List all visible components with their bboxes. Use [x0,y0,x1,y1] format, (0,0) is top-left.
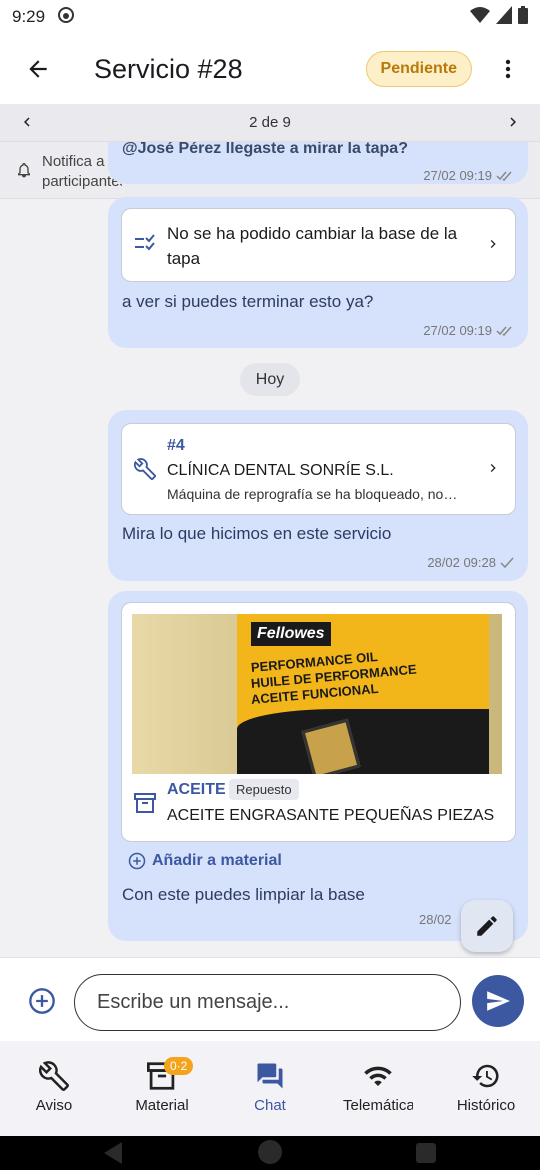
history-icon [472,1064,499,1088]
message-text: a ver si puedes terminar esto ya? [122,292,374,311]
add-circle-icon [29,988,55,1014]
page-title: Servicio #28 [94,53,243,84]
chevron-left-icon [24,117,30,127]
chat-icon [257,1063,283,1089]
product-label: Fellowes PERFORMANCE OIL HUILE DE PERFOR… [237,614,489,774]
double-check-icon [496,326,512,336]
edit-fab[interactable] [461,900,513,952]
service-card[interactable]: #4 CLÍNICA DENTAL SONRÍE S.L. Máquina de… [121,423,516,515]
message-time: 27/02 09:19 [423,168,492,183]
message-composer [0,957,540,1041]
message-time: 28/02 09:28 [427,555,496,570]
chevron-right-icon [510,117,516,127]
send-button[interactable] [472,975,524,1027]
add-to-material-button[interactable]: Añadir a material [128,852,282,870]
wrench-icon [133,458,156,485]
wifi-icon [364,1066,392,1086]
product-image[interactable]: Fellowes PERFORMANCE OIL HUILE DE PERFOR… [132,614,502,774]
add-circle-icon [128,852,146,870]
system-back-button[interactable] [104,1142,122,1164]
material-category: ACEITE [167,781,226,798]
nav-item-label: Telemática [343,1097,413,1114]
checklist-icon [134,234,156,257]
battery-icon [518,5,528,29]
system-recents-button[interactable] [416,1143,436,1163]
message-bubble[interactable]: #4 CLÍNICA DENTAL SONRÍE S.L. Máquina de… [108,410,528,581]
app-bar: Servicio #28 Pendiente [0,34,540,104]
nav-item-label: Aviso [35,1097,73,1114]
wrench-icon [39,1061,69,1091]
add-to-material-label: Añadir a material [152,852,282,869]
status-time: 9:29 [12,7,46,26]
message-input[interactable] [74,974,461,1031]
archive-box-icon [134,793,156,818]
message-bubble[interactable]: No se ha podido cambiar la base de la ta… [108,197,528,348]
message-text: Mira lo que hicimos en este servicio [122,524,392,543]
task-card[interactable]: No se ha podido cambiar la base de la ta… [121,208,516,282]
message-time: 28/02 [419,912,452,927]
pager-prev-button[interactable] [18,113,36,135]
message-meta: 27/02 09:19 [423,323,514,338]
message-text: Con este puedes limpiar la base [122,885,365,904]
nav-item-label: Chat [254,1097,286,1114]
material-card[interactable]: Fellowes PERFORMANCE OIL HUILE DE PERFOR… [121,602,516,842]
more-vert-icon [505,59,511,79]
nav-item-label: Histórico [456,1097,516,1114]
message-time: 27/02 09:19 [423,323,492,338]
status-bar: 9:29 [0,0,540,34]
system-navigation-bar [0,1136,540,1170]
wifi-icon [470,6,490,29]
bell-icon [16,162,32,182]
material-name: ACEITE ENGRASANTE PEQUEÑAS PIEZAS [167,807,495,824]
nav-item-material[interactable]: 0·2 Material [108,1041,216,1136]
bottom-navigation: Aviso 0·2 Material Chat Telemática Histó… [0,1041,540,1136]
nav-item-historico[interactable]: Histórico [432,1041,540,1136]
nav-item-telematica[interactable]: Telemática [324,1041,432,1136]
app-notification-icon [57,6,75,29]
task-card-text: No se ha podido cambiar la base de la ta… [167,224,458,268]
product-dark-band [237,709,489,774]
pager-label: 2 de 9 [249,114,291,131]
more-options-button[interactable] [490,51,526,87]
back-button[interactable] [20,51,56,87]
send-icon [487,991,510,1011]
service-card-description: Máquina de reprografía se ha bloqueado, … [167,486,458,502]
message-meta: 27/02 09:19 [423,168,514,183]
chat-messages[interactable]: Notifica a participantes @José Pérez lle… [0,142,540,957]
message-bubble[interactable]: Fellowes PERFORMANCE OIL HUILE DE PERFOR… [108,591,528,941]
pager-next-button[interactable] [504,113,522,135]
status-badge[interactable]: Pendiente [365,51,472,87]
signal-icon [496,5,512,29]
double-check-icon [496,171,512,181]
day-separator: Hoy [240,363,300,396]
attach-button[interactable] [28,987,56,1020]
check-icon [500,557,514,568]
pager: 2 de 9 [0,104,540,142]
pencil-icon [477,916,497,936]
chevron-right-icon [485,460,501,481]
message-text: @José Pérez llegaste a mirar la tapa? [122,142,408,157]
service-card-number: #4 [167,437,185,454]
product-brand: Fellowes [251,622,331,646]
message-meta: 28/02 [419,912,452,927]
message-bubble[interactable]: @José Pérez llegaste a mirar la tapa? 27… [108,142,528,184]
nav-item-chat[interactable]: Chat [216,1041,324,1136]
chevron-right-icon [485,236,501,257]
message-meta: 28/02 09:28 [427,555,514,570]
service-card-client: CLÍNICA DENTAL SONRÍE S.L. [167,462,394,479]
arrow-back-icon [29,60,47,78]
nav-item-label: Material [135,1097,189,1114]
material-count-badge: 0·2 [164,1057,194,1075]
material-type-chip: Repuesto [229,779,299,800]
system-home-button[interactable] [258,1140,282,1164]
nav-item-aviso[interactable]: Aviso [0,1041,108,1136]
